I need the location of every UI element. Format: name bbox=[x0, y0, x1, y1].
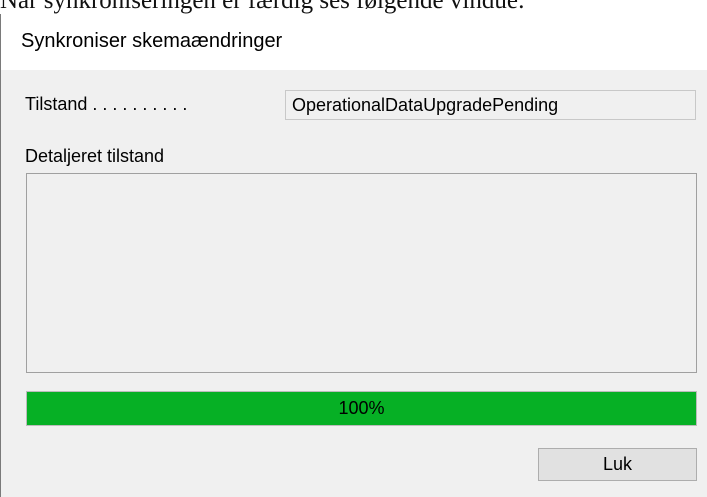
detailed-status-area[interactable] bbox=[26, 173, 697, 373]
status-field[interactable] bbox=[285, 90, 696, 120]
sync-schema-dialog: Synkroniser skemaændringer Tilstand . . … bbox=[0, 14, 707, 497]
close-button[interactable]: Luk bbox=[538, 448, 697, 481]
progress-bar: 100% bbox=[26, 391, 697, 426]
status-label: Tilstand . . . . . . . . . . bbox=[25, 94, 188, 114]
detailed-status-label: Detaljeret tilstand bbox=[25, 146, 165, 166]
progress-bar-text: 100% bbox=[338, 398, 385, 418]
page: Når synkroniseringen er færdig ses følge… bbox=[0, 0, 707, 497]
dialog-titlebar: Synkroniser skemaændringer bbox=[1, 14, 707, 70]
dialog-title: Synkroniser skemaændringer bbox=[21, 30, 283, 52]
document-caption: Når synkroniseringen er færdig ses følge… bbox=[0, 0, 525, 14]
